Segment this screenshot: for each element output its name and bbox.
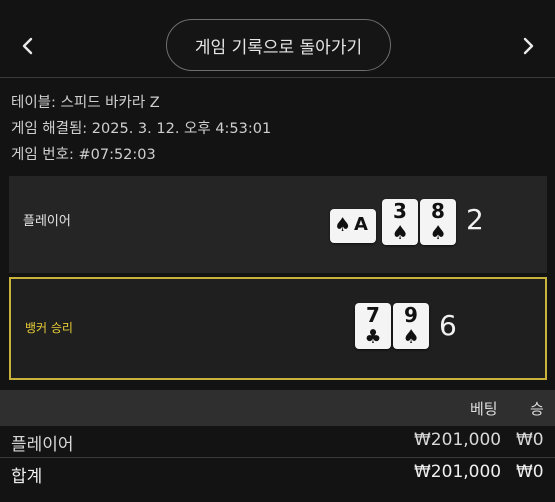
table-name: 테이블: 스피드 바카라 Z <box>11 95 160 111</box>
table-row-total: 합계 ₩201,000 ₩0 <box>0 458 555 490</box>
round-number: 게임 번호: #07:52:03 <box>11 147 156 163</box>
win-amount: ₩0 <box>516 430 544 450</box>
playing-card: 9 ♠ <box>393 303 429 349</box>
player-hand-panel: 플레이어 ♠ A 3 ♠ 8 ♠ 2 <box>9 176 547 273</box>
resolved-time: 게임 해결됨: 2025. 3. 12. 오후 4:53:01 <box>11 121 272 137</box>
card-rank: 3 <box>393 199 407 223</box>
previous-game-button[interactable] <box>8 26 48 66</box>
card-suit: ♠ <box>391 222 409 244</box>
card-suit: ♣ <box>364 326 382 348</box>
card-rank: 9 <box>404 303 418 327</box>
bets-table-header: 베팅 승 <box>0 390 555 426</box>
card-suit: ♠ <box>429 222 447 244</box>
banker-hand-panel: 뱅커 승리 7 ♣ 9 ♠ 6 <box>9 277 547 380</box>
player-hand-label: 플레이어 <box>23 214 71 229</box>
playing-card: ♠ A <box>330 209 376 243</box>
player-score: 2 <box>466 203 484 236</box>
total-bet-amount: ₩201,000 <box>414 462 502 482</box>
playing-card: 8 ♠ <box>420 199 456 245</box>
header-bar: 게임 기록으로 돌아가기 <box>0 0 555 78</box>
banker-result-label: 뱅커 승리 <box>25 321 73 335</box>
card-rank: 7 <box>366 303 380 327</box>
card-suit: ♠ <box>402 326 420 348</box>
bet-amount: ₩201,000 <box>414 430 502 450</box>
chevron-right-icon <box>523 37 534 55</box>
column-header-win: 승 <box>530 400 544 418</box>
bet-name: 플레이어 <box>11 435 74 455</box>
total-label: 합계 <box>11 467 43 487</box>
chevron-left-icon <box>22 37 33 55</box>
card-rank: A <box>354 214 368 235</box>
playing-card: 3 ♠ <box>382 199 418 245</box>
card-suit: ♠ <box>334 214 352 236</box>
column-header-bet: 베팅 <box>470 400 498 418</box>
playing-card: 7 ♣ <box>355 303 391 349</box>
back-to-history-button[interactable]: 게임 기록으로 돌아가기 <box>166 19 391 71</box>
table-row: 플레이어 ₩201,000 ₩0 <box>0 426 555 458</box>
banker-score: 6 <box>439 309 457 342</box>
next-game-button[interactable] <box>508 26 548 66</box>
total-win-amount: ₩0 <box>516 462 544 482</box>
card-rank: 8 <box>431 199 445 223</box>
